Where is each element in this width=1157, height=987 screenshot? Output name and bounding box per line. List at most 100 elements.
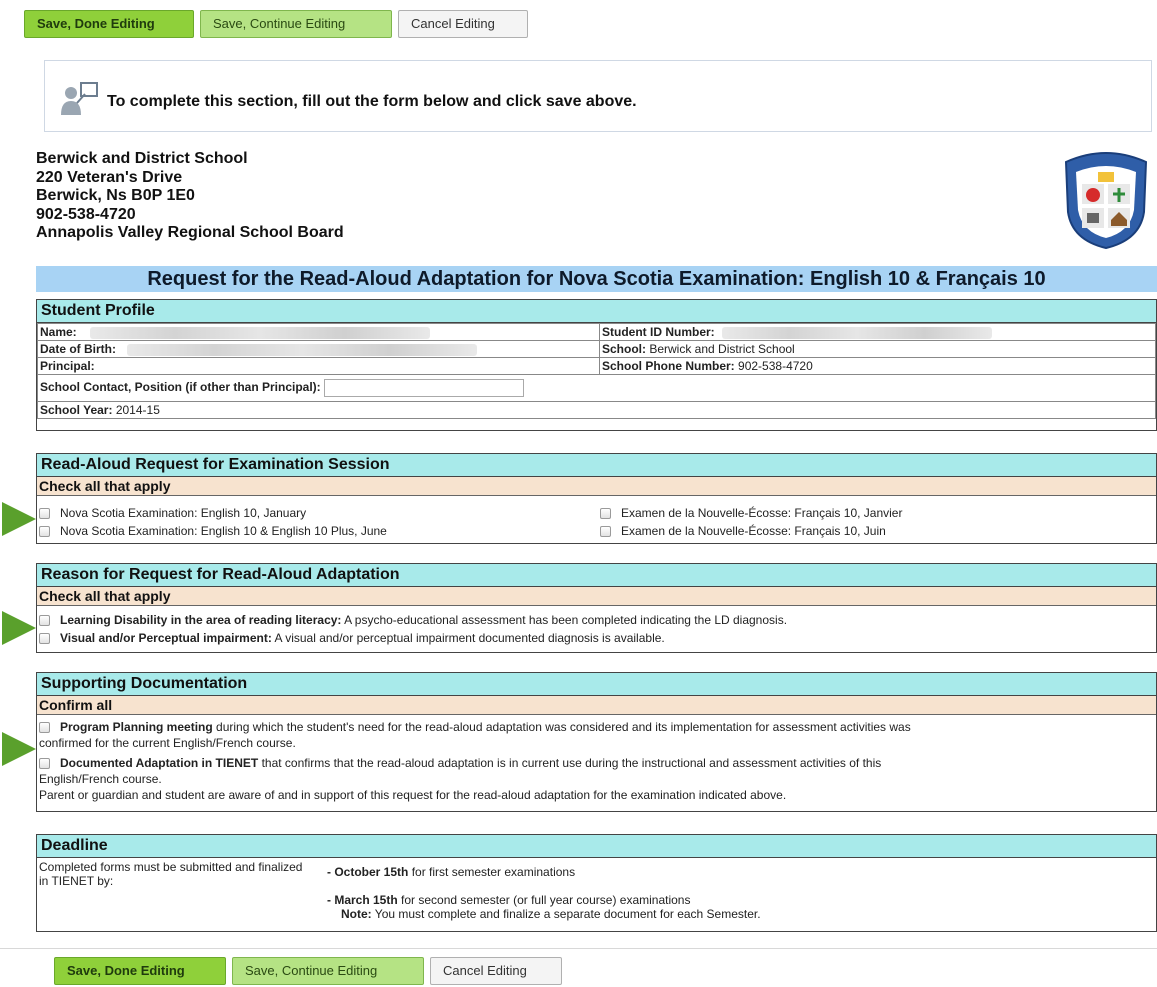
bottom-toolbar: Save, Done Editing Save, Continue Editin…	[0, 948, 1157, 987]
principal-label: Principal:	[40, 359, 95, 373]
dob-cell: Date of Birth:	[37, 340, 600, 358]
name-cell: Name:	[37, 323, 600, 341]
deadline-second-semester: - March 15th for second semester (or ful…	[327, 893, 690, 907]
session-option: Examen de la Nouvelle-Écosse: Français 1…	[600, 504, 902, 522]
instruction-text: To complete this section, fill out the f…	[107, 93, 637, 110]
doc-item-continued: English/French course.	[39, 772, 162, 786]
contact-label: School Contact, Position (if other than …	[40, 380, 321, 395]
cancel-button[interactable]: Cancel Editing	[398, 10, 528, 38]
deadline-section: Deadline Completed forms must be submitt…	[36, 834, 1157, 932]
pointer-arrow-icon	[2, 502, 36, 536]
deadline-date: - March 15th	[327, 893, 398, 907]
doc-item-text: that confirms that the read-aloud adapta…	[258, 756, 882, 770]
reason-item: Learning Disability in the area of readi…	[37, 611, 1156, 629]
school-street: 220 Veteran's Drive	[36, 168, 183, 186]
school-name: Berwick and District School	[36, 150, 248, 167]
school-address-block: Berwick and District School 220 Veteran'…	[36, 150, 344, 243]
save-done-button[interactable]: Save, Done Editing	[54, 957, 226, 985]
doc-item-text: during which the student's need for the …	[212, 720, 911, 734]
principal-cell: Principal:	[37, 357, 600, 375]
school-phone: 902-538-4720	[36, 205, 136, 223]
school-value: Berwick and District School	[649, 342, 795, 356]
parent-awareness-note: Parent or guardian and student are aware…	[39, 788, 787, 802]
section-heading: Deadline	[37, 835, 1156, 858]
session-option-label: Nova Scotia Examination: English 10, Jan…	[60, 506, 307, 520]
school-label: School:	[602, 342, 646, 356]
supporting-documentation-section: Supporting Documentation Confirm all Pro…	[36, 672, 1157, 812]
school-year-cell: School Year: 2014-15	[37, 401, 1156, 419]
checkbox[interactable]	[39, 615, 50, 627]
session-option: Nova Scotia Examination: English 10 & En…	[39, 522, 387, 540]
deadline-text: for first semester examinations	[408, 865, 576, 879]
presenter-icon	[61, 82, 98, 115]
checkbox[interactable]	[39, 758, 50, 770]
name-value-redacted	[90, 326, 431, 339]
doc-item-tienet: Documented Adaptation in TIENET that con…	[39, 755, 1154, 771]
contact-input[interactable]	[324, 379, 525, 397]
session-row-1: Nova Scotia Examination: English 10, Jan…	[37, 504, 1156, 522]
cancel-button[interactable]: Cancel Editing	[430, 957, 562, 985]
student-profile-section: Student Profile Name: Student ID Number:…	[36, 299, 1157, 431]
reason-item-title: Visual and/or Perceptual impairment:	[60, 631, 272, 645]
doc-item-title: Documented Adaptation in TIENET	[60, 756, 259, 770]
section-heading: Reason for Request for Read-Aloud Adapta…	[37, 564, 1156, 587]
session-option-label: Nova Scotia Examination: English 10 & En…	[60, 524, 387, 538]
doc-item-continued: confirmed for the current English/French…	[39, 736, 296, 750]
school-board: Annapolis Valley Regional School Board	[36, 224, 344, 241]
section-subheading: Check all that apply	[37, 587, 1156, 606]
pointer-arrow-icon	[2, 732, 36, 766]
school-phone-value: 902-538-4720	[738, 359, 813, 373]
reason-item-title: Learning Disability in the area of readi…	[60, 613, 342, 627]
school-year-value: 2014-15	[115, 403, 160, 417]
name-label: Name:	[40, 325, 77, 339]
save-continue-button[interactable]: Save, Continue Editing	[200, 10, 392, 38]
documentation-body: Program Planning meeting during which th…	[37, 715, 1156, 803]
reason-item-text: A visual and/or perceptual impairment do…	[271, 631, 665, 645]
student-id-label: Student ID Number:	[602, 325, 715, 339]
doc-item-program-planning: Program Planning meeting during which th…	[39, 719, 1154, 735]
checkbox[interactable]	[600, 508, 611, 520]
exam-session-section: Read-Aloud Request for Examination Sessi…	[36, 453, 1157, 544]
deadline-date: - October 15th	[327, 865, 409, 879]
profile-table: Name: Student ID Number: Date of Birth: …	[37, 323, 1156, 419]
section-heading: Student Profile	[37, 300, 1156, 323]
save-done-button[interactable]: Save, Done Editing	[24, 10, 194, 38]
session-option: Examen de la Nouvelle-Écosse: Français 1…	[600, 522, 886, 540]
dob-value-redacted	[127, 343, 478, 356]
reason-section: Reason for Request for Read-Aloud Adapta…	[36, 563, 1157, 653]
doc-item-title: Program Planning meeting	[60, 720, 213, 734]
school-phone-label: School Phone Number:	[602, 359, 735, 373]
checkbox[interactable]	[39, 633, 50, 645]
contact-cell: School Contact, Position (if other than …	[37, 374, 1156, 402]
instruction-banner: To complete this section, fill out the f…	[44, 60, 1152, 132]
top-toolbar: Save, Done Editing Save, Continue Editin…	[0, 8, 1157, 48]
session-row-2: Nova Scotia Examination: English 10 & En…	[37, 522, 1156, 540]
document-title: Request for the Read-Aloud Adaptation fo…	[36, 266, 1157, 292]
session-option-label: Examen de la Nouvelle-Écosse: Français 1…	[621, 506, 903, 520]
deadline-note-label: Note:	[341, 907, 372, 921]
reason-item-text: A psycho-educational assessment has been…	[341, 613, 788, 627]
deadline-instructions: Completed forms must be submitted and fi…	[39, 860, 303, 888]
section-subheading: Confirm all	[37, 696, 1156, 715]
reason-item: Visual and/or Perceptual impairment: A v…	[37, 629, 1156, 647]
checkbox[interactable]	[39, 722, 50, 734]
deadline-text: for second semester (or full year course…	[397, 893, 691, 907]
save-continue-button[interactable]: Save, Continue Editing	[232, 957, 424, 985]
deadline-first-semester: - October 15th for first semester examin…	[327, 865, 575, 879]
school-phone-cell: School Phone Number: 902-538-4720	[599, 357, 1156, 375]
school-year-label: School Year:	[40, 403, 113, 417]
deadline-note-text: You must complete and finalize a separat…	[371, 907, 761, 921]
section-heading: Supporting Documentation	[37, 673, 1156, 696]
dob-label: Date of Birth:	[40, 342, 116, 356]
checkbox[interactable]	[39, 508, 50, 520]
checkbox[interactable]	[39, 526, 50, 538]
deadline-note: Note: You must complete and finalize a s…	[341, 907, 761, 921]
student-id-cell: Student ID Number:	[599, 323, 1156, 341]
school-board-logo	[1064, 152, 1148, 250]
section-subheading: Check all that apply	[37, 477, 1156, 496]
section-heading: Read-Aloud Request for Examination Sessi…	[37, 454, 1156, 477]
session-option: Nova Scotia Examination: English 10, Jan…	[39, 504, 306, 522]
school-cell: School: Berwick and District School	[599, 340, 1156, 358]
student-id-value-redacted	[722, 326, 993, 339]
checkbox[interactable]	[600, 526, 611, 538]
